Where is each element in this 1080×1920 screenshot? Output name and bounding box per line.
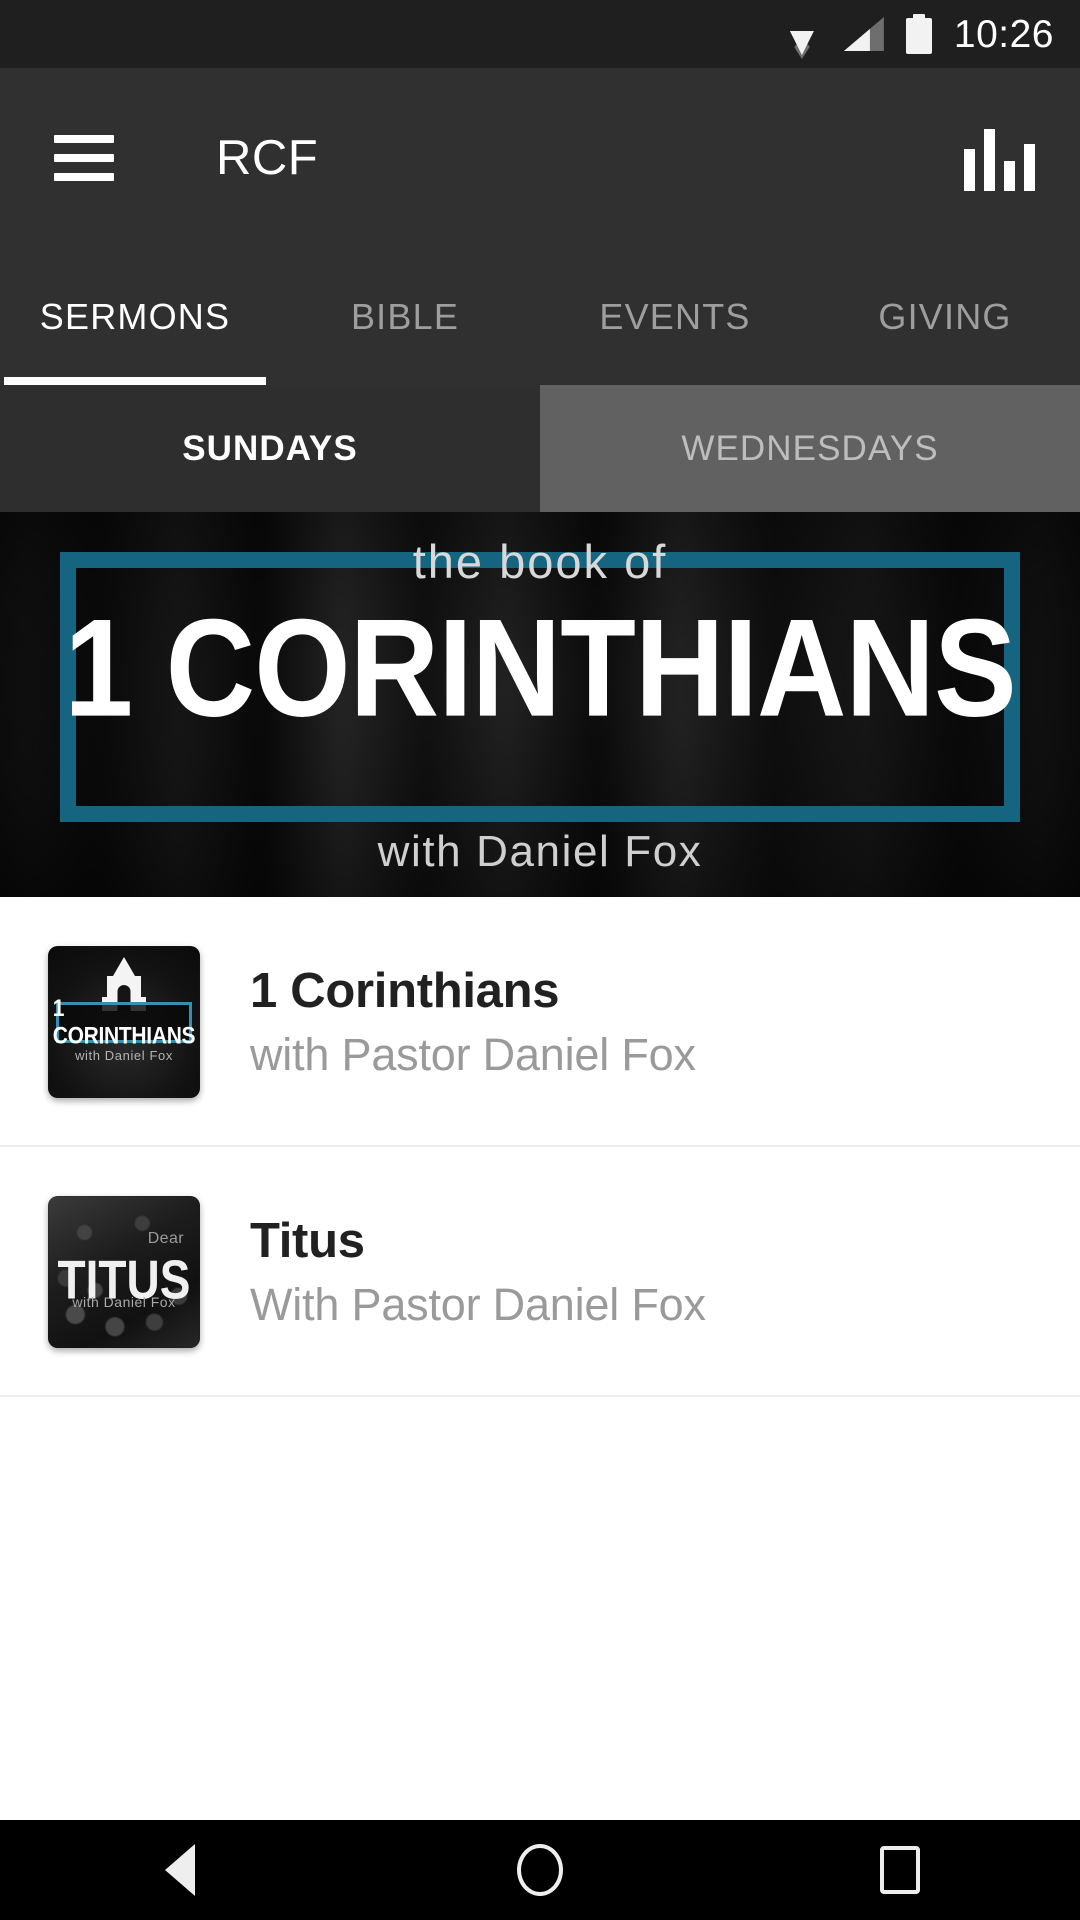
series-thumbnail: Dear TITUS with Daniel Fox — [48, 1196, 200, 1348]
tab-bible[interactable]: BIBLE — [270, 248, 540, 385]
app-bar: RCF — [0, 68, 1080, 248]
hero-title: 1 CORINTHIANS — [64, 591, 1017, 746]
equalizer-icon[interactable] — [962, 125, 1036, 191]
list-item-text: Titus With Pastor Daniel Fox — [250, 1213, 706, 1331]
list-item-title: 1 Corinthians — [250, 964, 560, 1018]
android-navigation-bar — [0, 1820, 1080, 1920]
subtab-wednesdays-label: WEDNESDAYS — [681, 428, 939, 468]
tab-giving-label: GIVING — [878, 295, 1012, 337]
status-bar: 10:26 — [0, 0, 1080, 68]
home-circle-icon[interactable] — [480, 1820, 600, 1920]
thumbnail-title-box: 1 CORINTHIANS — [53, 995, 196, 1049]
list-divider — [0, 1395, 1080, 1397]
wifi-icon — [781, 17, 822, 59]
thumbnail-title: 1 CORINTHIANS — [52, 994, 196, 1049]
subtab-sundays[interactable]: SUNDAYS — [0, 385, 540, 512]
list-item-text: 1 Corinthians with Pastor Daniel Fox — [250, 963, 696, 1081]
thumbnail-caption: with Daniel Fox — [75, 1048, 173, 1063]
hamburger-menu-icon[interactable] — [54, 135, 114, 181]
thumbnail-caption: with Daniel Fox — [72, 1294, 176, 1310]
tab-sermons-label: SERMONS — [39, 295, 231, 337]
tab-active-indicator — [4, 377, 266, 385]
tab-giving[interactable]: GIVING — [810, 248, 1080, 385]
hero-kicker: the book of — [412, 535, 668, 588]
list-item-title: Titus — [250, 1214, 365, 1268]
list-item-subtitle: With Pastor Daniel Fox — [250, 1279, 706, 1330]
app-title: RCF — [216, 131, 319, 185]
sub-tab-bar: SUNDAYS WEDNESDAYS — [0, 385, 1080, 512]
back-triangle-icon[interactable] — [120, 1820, 240, 1920]
app-screen: 10:26 RCF SERMONS BIBLE EVENTS GIVING SU… — [0, 0, 1080, 1920]
tab-events[interactable]: EVENTS — [540, 248, 810, 385]
tab-sermons[interactable]: SERMONS — [0, 248, 270, 385]
hero-banner[interactable]: the book of 1 CORINTHIANS with Daniel Fo… — [0, 512, 1080, 897]
subtab-sundays-label: SUNDAYS — [182, 428, 358, 468]
list-item[interactable]: Dear TITUS with Daniel Fox Titus With Pa… — [0, 1147, 1080, 1397]
thumbnail-kicker: Dear — [147, 1230, 184, 1247]
subtab-wednesdays[interactable]: WEDNESDAYS — [540, 385, 1080, 512]
status-bar-icons — [781, 14, 932, 59]
tab-events-label: EVENTS — [599, 295, 751, 337]
status-bar-clock: 10:26 — [953, 12, 1054, 56]
series-thumbnail: 1 CORINTHIANS with Daniel Fox — [48, 946, 200, 1098]
list-item-subtitle: with Pastor Daniel Fox — [250, 1029, 696, 1080]
list-item[interactable]: 1 CORINTHIANS with Daniel Fox 1 Corinthi… — [0, 897, 1080, 1147]
tab-bible-label: BIBLE — [350, 295, 460, 337]
series-list: 1 CORINTHIANS with Daniel Fox 1 Corinthi… — [0, 897, 1080, 1820]
recents-square-icon[interactable] — [840, 1820, 960, 1920]
hero-subtitle: with Daniel Fox — [377, 827, 703, 876]
tab-bar: SERMONS BIBLE EVENTS GIVING — [0, 248, 1080, 385]
battery-icon — [905, 14, 932, 54]
cellular-signal-icon — [843, 17, 884, 51]
